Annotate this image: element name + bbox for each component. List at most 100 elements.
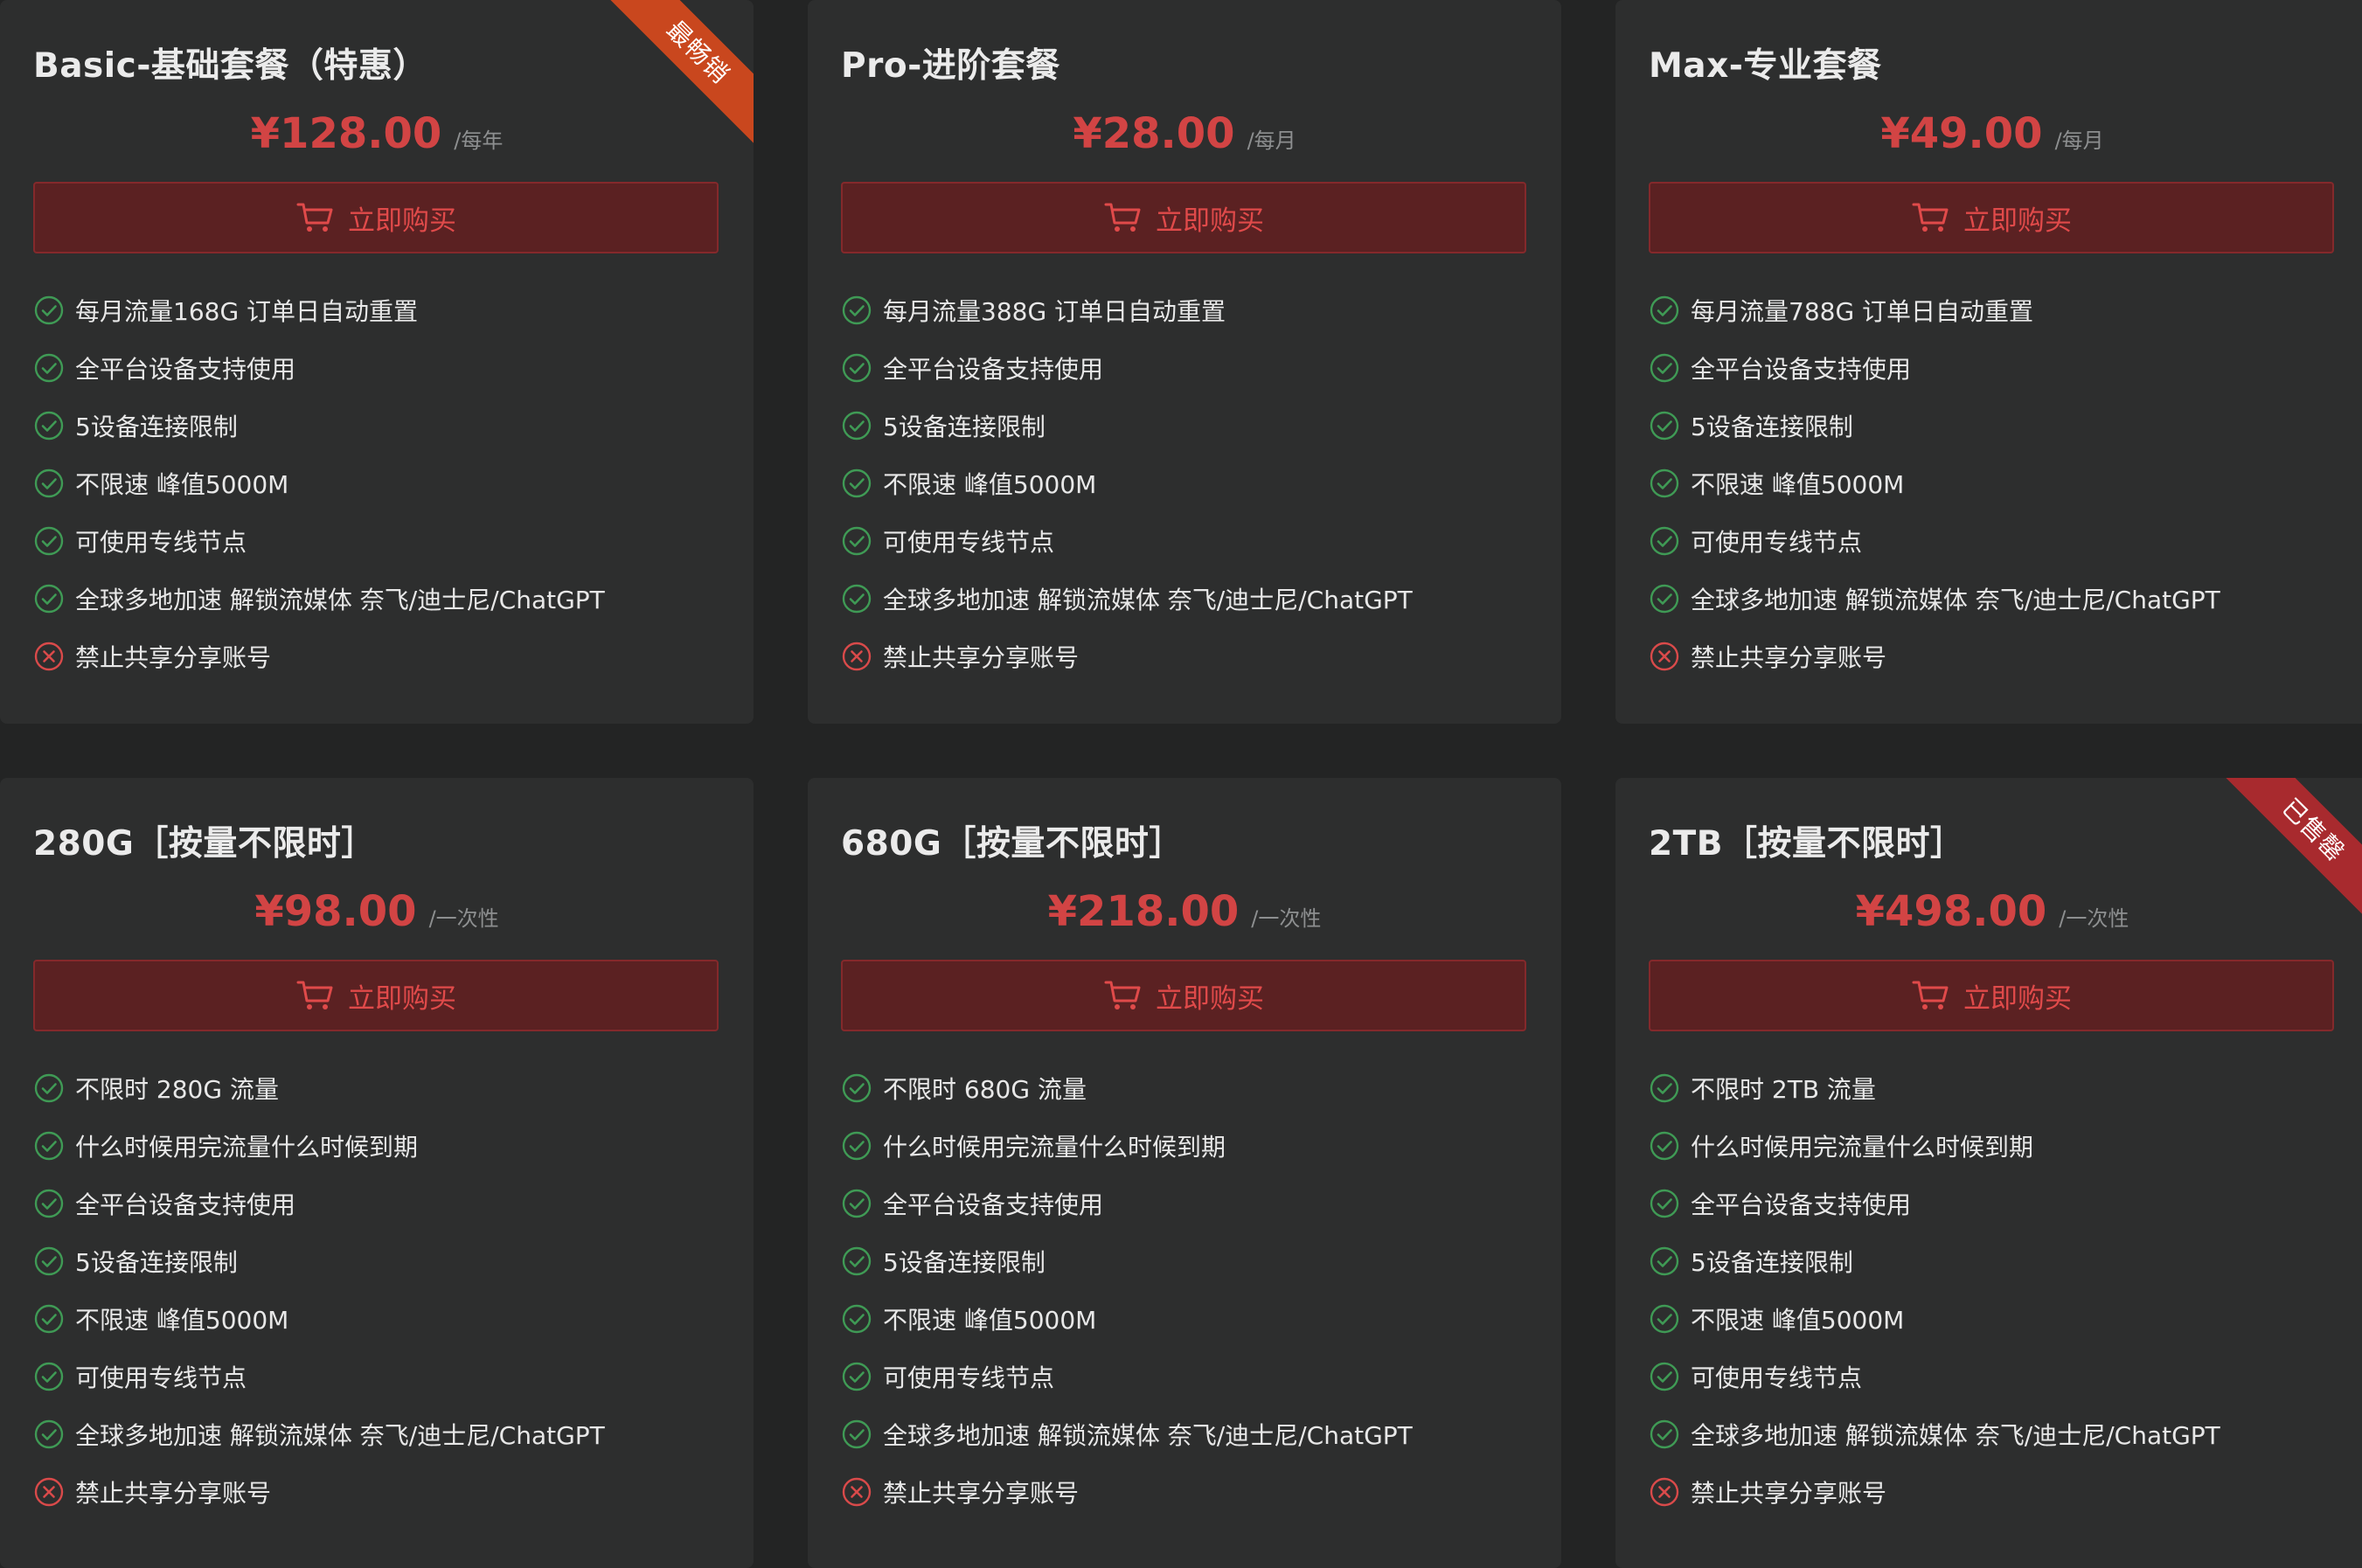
feature-item: 全球多地加速 解锁流媒体 奈飞/迪士尼/ChatGPT — [33, 570, 605, 628]
check-circle-icon — [34, 1419, 64, 1449]
plan-title: Pro-进阶套餐 — [841, 46, 1060, 86]
buy-now-button[interactable]: 立即购买 — [33, 182, 719, 253]
check-circle-icon — [34, 584, 64, 614]
feature-text: 不限速 峰值5000M — [75, 1306, 289, 1335]
check-circle-icon — [1650, 1073, 1679, 1103]
feature-text: 不限时 680G 流量 — [883, 1075, 1087, 1104]
feature-text: 全球多地加速 解锁流媒体 奈飞/迪士尼/ChatGPT — [75, 586, 605, 614]
check-circle-icon — [34, 1362, 64, 1391]
feature-text: 禁止共享分享账号 — [75, 1479, 272, 1508]
feature-item: 可使用专线节点 — [33, 1348, 605, 1405]
feature-text: 全平台设备支持使用 — [883, 355, 1104, 384]
feature-item: 禁止共享分享账号 — [33, 628, 605, 685]
feature-item: 不限时 280G 流量 — [33, 1059, 605, 1117]
feature-item: 5设备连接限制 — [1649, 397, 2220, 454]
x-circle-icon — [34, 642, 64, 671]
feature-text: 每月流量788G 订单日自动重置 — [1691, 297, 2034, 326]
feature-text: 禁止共享分享账号 — [1691, 1479, 1887, 1508]
check-circle-icon — [34, 411, 64, 441]
buy-now-label: 立即购买 — [1963, 982, 2072, 1015]
check-circle-icon — [1650, 468, 1679, 498]
feature-text: 全球多地加速 解锁流媒体 奈飞/迪士尼/ChatGPT — [1691, 586, 2220, 614]
plan-card: 280G［按量不限时］ ¥98.00/一次性 立即购买 不限时 280G 流量什… — [0, 778, 754, 1568]
check-circle-icon — [842, 295, 872, 325]
plan-card: 680G［按量不限时］ ¥218.00/一次性 立即购买 不限时 680G 流量… — [808, 778, 1561, 1568]
check-circle-icon — [1650, 1419, 1679, 1449]
feature-text: 5设备连接限制 — [883, 1248, 1046, 1277]
billing-period: /每月 — [1247, 128, 1296, 153]
feature-item: 可使用专线节点 — [33, 512, 605, 570]
check-circle-icon — [34, 1304, 64, 1334]
feature-item: 不限时 2TB 流量 — [1649, 1059, 2220, 1117]
check-circle-icon — [34, 526, 64, 556]
shopping-cart-icon — [296, 203, 333, 232]
check-circle-icon — [34, 468, 64, 498]
feature-item: 禁止共享分享账号 — [1649, 628, 2220, 685]
feature-text: 全平台设备支持使用 — [75, 1190, 296, 1219]
buy-now-button[interactable]: 立即购买 — [841, 182, 1526, 253]
feature-item: 5设备连接限制 — [841, 397, 1413, 454]
price-row: ¥128.00/每年 — [0, 109, 754, 167]
feature-item: 什么时候用完流量什么时候到期 — [1649, 1117, 2220, 1175]
feature-text: 不限时 2TB 流量 — [1691, 1075, 1876, 1104]
plan-price: ¥128.00 — [250, 109, 442, 158]
feature-text: 不限速 峰值5000M — [1691, 470, 1905, 499]
feature-item: 5设备连接限制 — [33, 1232, 605, 1290]
buy-now-button[interactable]: 立即购买 — [1649, 182, 2334, 253]
buy-now-button[interactable]: 立即购买 — [1649, 960, 2334, 1031]
feature-text: 什么时候用完流量什么时候到期 — [883, 1133, 1226, 1162]
feature-text: 不限速 峰值5000M — [75, 470, 289, 499]
plan-price: ¥218.00 — [1047, 887, 1240, 936]
feature-text: 不限时 280G 流量 — [75, 1075, 279, 1104]
feature-text: 可使用专线节点 — [75, 528, 247, 557]
feature-item: 禁止共享分享账号 — [841, 628, 1413, 685]
feature-text: 禁止共享分享账号 — [1691, 643, 1887, 672]
plan-price: ¥28.00 — [1073, 109, 1235, 158]
feature-item: 不限速 峰值5000M — [33, 1290, 605, 1348]
feature-item: 什么时候用完流量什么时候到期 — [33, 1117, 605, 1175]
check-circle-icon — [842, 1304, 872, 1334]
plan-card: Basic-基础套餐（特惠） ¥128.00/每年 立即购买 每月流量168G … — [0, 0, 754, 724]
plan-card: 2TB［按量不限时］ ¥498.00/一次性 立即购买 不限时 2TB 流量 什么… — [1615, 778, 2362, 1568]
feature-item: 不限速 峰值5000M — [841, 1290, 1413, 1348]
plan-price: ¥98.00 — [254, 887, 417, 936]
check-circle-icon — [842, 1362, 872, 1391]
buy-now-label: 立即购买 — [1156, 205, 1264, 237]
feature-text: 全球多地加速 解锁流媒体 奈飞/迪士尼/ChatGPT — [1691, 1421, 2220, 1450]
buy-now-button[interactable]: 立即购买 — [33, 960, 719, 1031]
check-circle-icon — [34, 1131, 64, 1161]
feature-item: 5设备连接限制 — [841, 1232, 1413, 1290]
billing-period: /一次性 — [1251, 906, 1322, 931]
feature-text: 可使用专线节点 — [883, 528, 1055, 557]
feature-text: 每月流量388G 订单日自动重置 — [883, 297, 1226, 326]
billing-period: /一次性 — [428, 906, 499, 931]
check-circle-icon — [1650, 1189, 1679, 1218]
check-circle-icon — [842, 1073, 872, 1103]
price-row: ¥28.00/每月 — [808, 109, 1561, 167]
feature-item: 全球多地加速 解锁流媒体 奈飞/迪士尼/ChatGPT — [1649, 570, 2220, 628]
feature-item: 全球多地加速 解锁流媒体 奈飞/迪士尼/ChatGPT — [33, 1405, 605, 1463]
feature-item: 全平台设备支持使用 — [841, 339, 1413, 397]
feature-item: 可使用专线节点 — [841, 512, 1413, 570]
check-circle-icon — [842, 353, 872, 383]
plan-card: Max-专业套餐 ¥49.00/每月 立即购买 每月流量788G 订单日自动重置… — [1615, 0, 2362, 724]
feature-text: 不限速 峰值5000M — [883, 470, 1097, 499]
buy-now-label: 立即购买 — [348, 982, 456, 1015]
buy-now-button[interactable]: 立即购买 — [841, 960, 1526, 1031]
feature-list: 不限时 2TB 流量 什么时候用完流量什么时候到期 全平台设备支持使用 5设备连接限制… — [1649, 1059, 2220, 1521]
feature-item: 禁止共享分享账号 — [33, 1463, 605, 1521]
feature-item: 不限速 峰值5000M — [1649, 1290, 2220, 1348]
x-circle-icon — [34, 1477, 64, 1507]
feature-item: 5设备连接限制 — [33, 397, 605, 454]
check-circle-icon — [842, 1246, 872, 1276]
buy-now-label: 立即购买 — [1963, 205, 2072, 237]
x-circle-icon — [842, 1477, 872, 1507]
feature-item: 全平台设备支持使用 — [1649, 339, 2220, 397]
feature-text: 5设备连接限制 — [1691, 1248, 1853, 1277]
feature-item: 禁止共享分享账号 — [1649, 1463, 2220, 1521]
check-circle-icon — [34, 1246, 64, 1276]
feature-list: 每月流量168G 订单日自动重置 全平台设备支持使用 5设备连接限制 不限速 峰值50… — [33, 281, 605, 685]
feature-list: 每月流量788G 订单日自动重置全平台设备支持使用 5设备连接限制不限速 峰值50… — [1649, 281, 2220, 685]
feature-item: 每月流量388G 订单日自动重置 — [841, 281, 1413, 339]
check-circle-icon — [842, 1189, 872, 1218]
